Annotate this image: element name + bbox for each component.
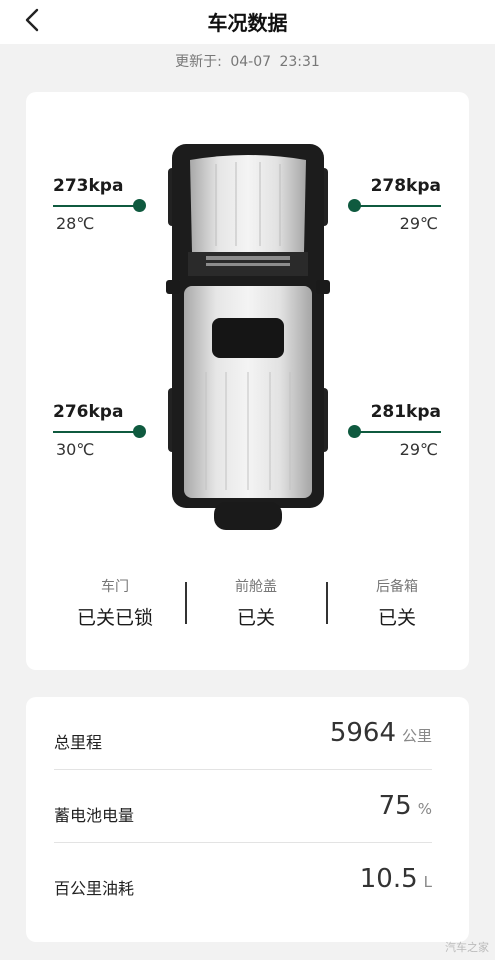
update-label: 更新于:: [175, 54, 222, 70]
tire-pressure: 281kpa: [370, 402, 441, 422]
tire-indicator-dot: [348, 199, 361, 212]
stat-unit: L: [423, 873, 432, 891]
status-value: 已关: [236, 607, 275, 629]
trunk-status: 后备箱 已关: [327, 576, 467, 630]
stat-value: 5964 公里: [330, 718, 432, 748]
stat-label: 蓄电池电量: [54, 806, 135, 825]
stat-value: 75%: [379, 791, 432, 821]
watermark: 汽车之家: [445, 941, 489, 954]
tire-pressure: 278kpa: [370, 176, 441, 196]
top-nav-bar: 车况数据: [0, 0, 495, 44]
tire-indicator-line: [353, 205, 441, 207]
update-time: 23:31: [279, 54, 320, 70]
tire-indicator-dot: [133, 425, 146, 438]
page-title: 车况数据: [207, 11, 288, 35]
update-timestamp: 更新于: 04-07 23:31: [0, 51, 495, 71]
row-divider: [54, 842, 432, 843]
status-label: 车门: [101, 579, 129, 595]
tire-indicator-line: [53, 431, 141, 433]
stat-label: 总里程: [54, 733, 103, 752]
door-status: 车门 已关已锁: [45, 576, 185, 630]
tire-indicator-line: [53, 205, 141, 207]
status-label: 后备箱: [376, 579, 418, 595]
tire-indicator-line: [353, 431, 441, 433]
stat-unit: 公里: [401, 727, 432, 745]
stat-number: 10.5: [359, 864, 418, 894]
tire-pressure: 273kpa: [53, 176, 124, 196]
status-value: 已关已锁: [76, 607, 153, 629]
car-top-view-image: [166, 144, 330, 530]
tire-pressure: 276kpa: [53, 402, 124, 422]
tire-indicator-dot: [348, 425, 361, 438]
stat-value: 10.5 L: [360, 864, 432, 894]
tire-temperature: 29℃: [399, 440, 438, 459]
tire-temperature: 29℃: [399, 214, 438, 233]
status-value: 已关: [377, 607, 416, 629]
hood-status: 前舱盖 已关: [186, 576, 326, 630]
update-date: 04-07: [230, 54, 272, 70]
tire-indicator-dot: [133, 199, 146, 212]
stat-number: 75: [378, 791, 412, 821]
tire-temperature: 28℃: [56, 214, 95, 233]
stat-row-battery: 蓄电池电量 75%: [54, 773, 432, 846]
row-divider: [54, 769, 432, 770]
stat-row-mileage: 总里程 5964 公里: [54, 700, 432, 773]
stat-unit: %: [417, 800, 432, 818]
stat-label: 百公里油耗: [54, 879, 135, 898]
stat-row-fuel-consumption: 百公里油耗 10.5 L: [54, 846, 432, 919]
stat-number: 5964: [329, 718, 396, 748]
tire-temperature: 30℃: [56, 440, 95, 459]
status-label: 前舱盖: [235, 579, 277, 595]
